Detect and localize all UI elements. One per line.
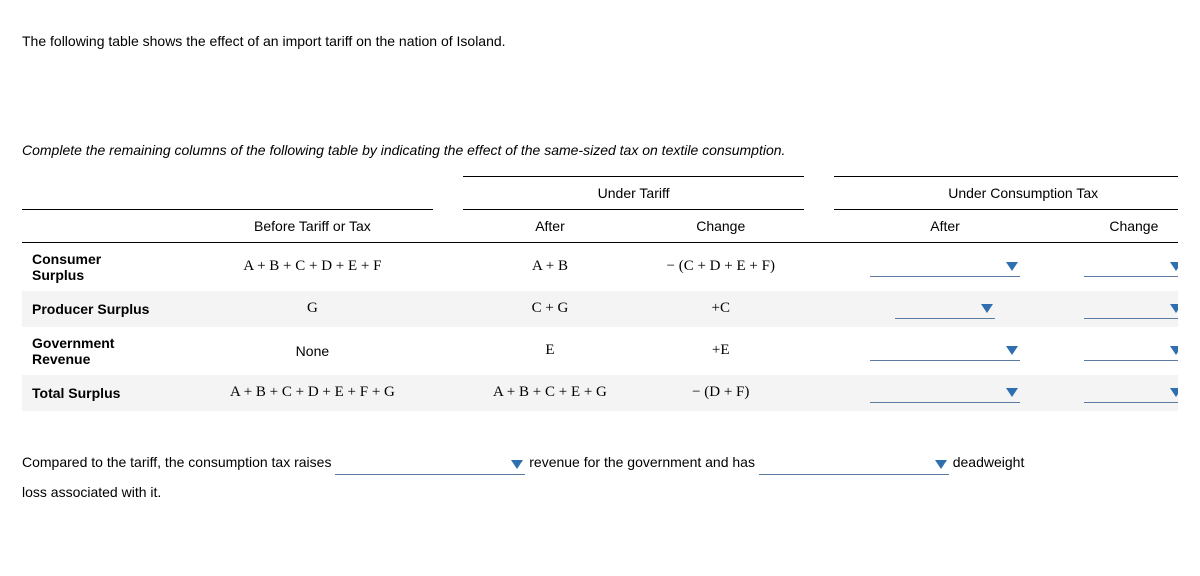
table-row: Consumer A + B + C + D + E + F A + B − (… xyxy=(22,242,1178,267)
dropdown-ts-tax-after[interactable] xyxy=(870,383,1020,403)
instruction-text: Complete the remaining columns of the fo… xyxy=(22,142,1178,158)
closing-part1: Compared to the tariff, the consumption … xyxy=(22,454,331,470)
dropdown-deadweight-comparison[interactable] xyxy=(759,455,949,475)
cell-gr-tariff-after: E xyxy=(463,327,637,375)
chevron-down-icon xyxy=(1006,262,1018,271)
row-label-surplus: Surplus xyxy=(22,267,192,291)
chevron-down-icon xyxy=(1006,346,1018,355)
table-row: Government None E +E xyxy=(22,327,1178,351)
row-label-total-surplus: Total Surplus xyxy=(22,375,192,411)
cell-cs-before: A + B + C + D + E + F xyxy=(192,242,433,291)
cell-ts-tax-change xyxy=(1056,375,1178,411)
closing-part2: revenue for the government and has xyxy=(529,454,755,470)
dropdown-ts-tax-change[interactable] xyxy=(1084,383,1178,403)
intro-text: The following table shows the effect of … xyxy=(22,32,1178,52)
dropdown-revenue-comparison[interactable] xyxy=(335,455,525,475)
cell-ts-tariff-change: − (D + F) xyxy=(637,375,804,411)
dropdown-gr-tax-change[interactable] xyxy=(1084,341,1178,361)
closing-part4: loss associated with it. xyxy=(22,484,161,500)
chevron-down-icon xyxy=(1170,388,1178,397)
dropdown-cs-tax-after[interactable] xyxy=(870,257,1020,277)
cell-ts-tax-after xyxy=(834,375,1055,411)
row-label-revenue: Revenue xyxy=(22,351,192,375)
table-row: Total Surplus A + B + C + D + E + F + G … xyxy=(22,375,1178,411)
closing-part3: deadweight xyxy=(953,454,1025,470)
dropdown-ps-tax-change[interactable] xyxy=(1084,299,1178,319)
dropdown-ps-tax-after[interactable] xyxy=(895,299,995,319)
chevron-down-icon xyxy=(1006,388,1018,397)
row-label-government: Government xyxy=(22,327,192,351)
closing-sentence: Compared to the tariff, the consumption … xyxy=(22,447,1178,509)
chevron-down-icon xyxy=(1170,262,1178,271)
cell-cs-tariff-change: − (C + D + E + F) xyxy=(637,242,804,291)
row-label-consumer: Consumer xyxy=(22,242,192,267)
cell-ps-tax-after xyxy=(834,291,1055,327)
dropdown-gr-tax-after[interactable] xyxy=(870,341,1020,361)
cell-cs-tax-after xyxy=(834,242,1055,291)
tariff-tax-table: Under Tariff Under Consumption Tax Befor… xyxy=(22,176,1178,411)
cell-gr-before: None xyxy=(192,327,433,375)
col-before: Before Tariff or Tax xyxy=(192,209,433,242)
cell-ps-tariff-after: C + G xyxy=(463,291,637,327)
table-row: Producer Surplus G C + G +C xyxy=(22,291,1178,327)
col-tax-change: Change xyxy=(1056,209,1178,242)
cell-ts-before: A + B + C + D + E + F + G xyxy=(192,375,433,411)
chevron-down-icon xyxy=(511,460,523,469)
chevron-down-icon xyxy=(1170,304,1178,313)
chevron-down-icon xyxy=(1170,346,1178,355)
col-tax-after: After xyxy=(834,209,1055,242)
col-tariff-after: After xyxy=(463,209,637,242)
col-tariff-change: Change xyxy=(637,209,804,242)
cell-ps-tax-change xyxy=(1056,291,1178,327)
dropdown-cs-tax-change[interactable] xyxy=(1084,257,1178,277)
cell-gr-tariff-change: +E xyxy=(637,327,804,375)
cell-ps-before: G xyxy=(192,291,433,327)
table-scroll-container[interactable]: Under Tariff Under Consumption Tax Befor… xyxy=(22,176,1178,417)
cell-gr-tax-change xyxy=(1056,327,1178,375)
cell-cs-tariff-after: A + B xyxy=(463,242,637,291)
cell-cs-tax-change xyxy=(1056,242,1178,291)
col-group-under-tax: Under Consumption Tax xyxy=(834,176,1178,209)
cell-ps-tariff-change: +C xyxy=(637,291,804,327)
chevron-down-icon xyxy=(981,304,993,313)
chevron-down-icon xyxy=(935,460,947,469)
cell-ts-tariff-after: A + B + C + E + G xyxy=(463,375,637,411)
col-group-under-tariff: Under Tariff xyxy=(463,176,805,209)
cell-gr-tax-after xyxy=(834,327,1055,375)
row-label-producer-surplus: Producer Surplus xyxy=(22,291,192,327)
